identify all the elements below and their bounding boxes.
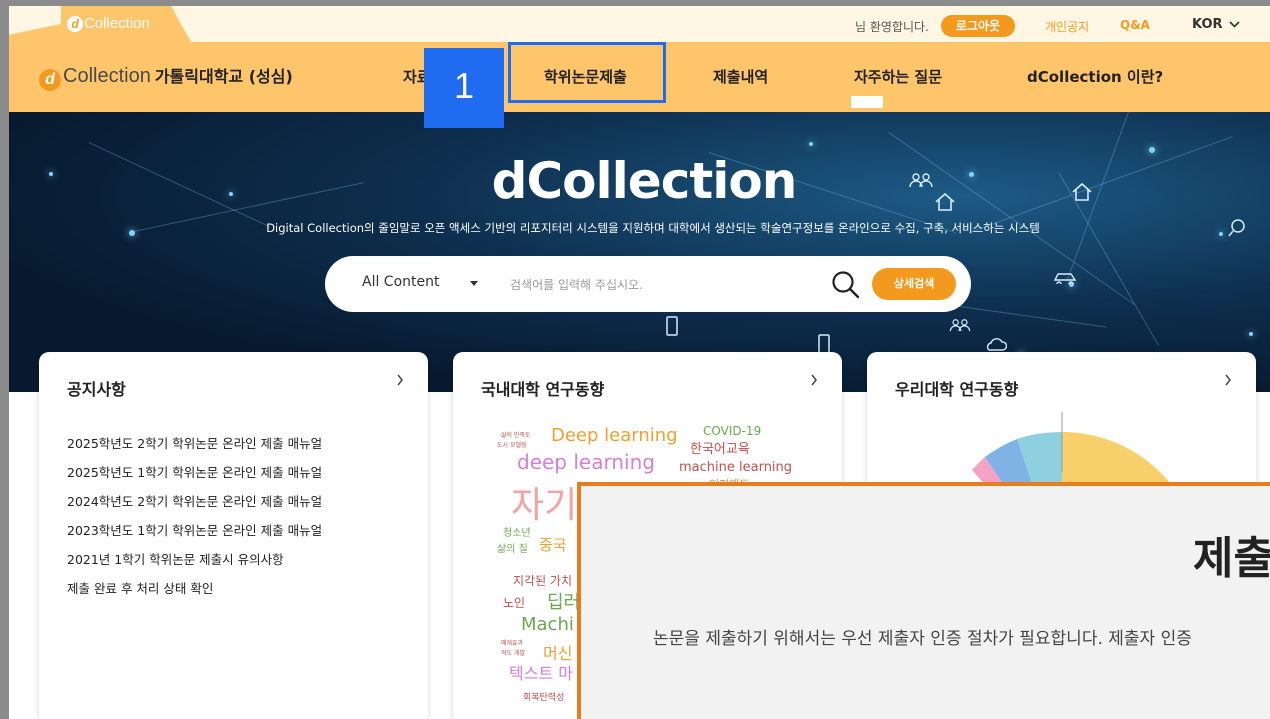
advanced-search-button[interactable]: 상세검색	[872, 268, 956, 300]
network-node	[1249, 332, 1253, 336]
hero-subtitle: Digital Collection의 줄임말로 오픈 액세스 기반의 리포지터…	[266, 221, 1040, 235]
panel-description: 논문을 제출하기 위해서는 우선 제출자 인증 절차가 필요합니다. 제출자 인…	[653, 629, 1192, 649]
welcome-text: 님 환영합니다.	[855, 20, 929, 34]
notice-card-title: 공지사항	[67, 380, 126, 399]
notice-item[interactable]: 제출 완료 후 처리 상태 확인	[67, 579, 322, 608]
top-utility-bar: d Collection 님 환영합니다. 로그아웃 개인공지 Q&A KOR	[9, 6, 1270, 42]
notice-item[interactable]: 2025학년도 1학기 학위논문 온라인 제출 매뉴얼	[67, 463, 322, 492]
language-label: KOR	[1192, 17, 1223, 32]
search-bar: All Content 상세검색	[325, 256, 971, 312]
word-cloud-term[interactable]: 자기	[511, 476, 577, 528]
word-cloud-term[interactable]: deep learning	[517, 450, 655, 474]
word-cloud-term[interactable]: 텍스트 마	[509, 660, 573, 684]
mobile-icon	[666, 316, 678, 336]
privacy-link[interactable]: 개인공지	[1045, 18, 1089, 35]
word-cloud-term[interactable]: 딥러	[547, 588, 580, 614]
hero-banner: dCollection Digital Collection의 줄임말로 오픈 …	[9, 112, 1270, 392]
dcollection-logo-icon: d	[67, 16, 83, 32]
word-cloud-term[interactable]: 도시 모델링	[497, 440, 527, 449]
notice-item[interactable]: 2021년 1학기 학위논문 제출시 유의사항	[67, 550, 322, 579]
notice-card: 공지사항 2025학년도 2학기 학위논문 온라인 제출 매뉴얼 2025학년도…	[39, 352, 428, 719]
site-brand[interactable]: d Collection 가톨릭대학교 (성심)	[39, 63, 293, 91]
word-cloud-term[interactable]: 삶의 만족도	[501, 430, 531, 439]
chevron-right-icon[interactable]	[810, 374, 818, 386]
word-cloud-term[interactable]: 척도 개발	[501, 648, 525, 657]
word-cloud-term[interactable]: Machi	[521, 614, 574, 635]
chevron-right-icon[interactable]	[1224, 374, 1232, 386]
small-logo-text: Collection	[84, 15, 150, 32]
qna-link[interactable]: Q&A	[1120, 18, 1150, 32]
notice-item[interactable]: 2023학년도 1학기 학위논문 온라인 제출 매뉴얼	[67, 521, 322, 550]
word-cloud-term[interactable]: 중국	[539, 534, 567, 555]
panel-title: 제출	[1193, 533, 1270, 584]
word-cloud-term[interactable]: machine learning	[679, 460, 792, 475]
people-icon	[949, 319, 971, 332]
tab-decoration	[9, 24, 61, 42]
car-icon	[1053, 273, 1077, 284]
submission-panel: 제출 논문을 제출하기 위해서는 우선 제출자 인증 절차가 필요합니다. 제출…	[577, 482, 1270, 719]
nav-item-submission-history[interactable]: 제출내역	[713, 66, 768, 87]
highlight-box	[508, 42, 666, 103]
word-cloud-term[interactable]: 한국어교육	[690, 438, 750, 457]
search-scope-select[interactable]: All Content	[362, 274, 440, 290]
chevron-down-icon	[1228, 21, 1240, 28]
language-select[interactable]: KOR	[1192, 17, 1240, 32]
chevron-right-icon[interactable]	[396, 374, 404, 386]
small-logo[interactable]: d Collection	[67, 15, 150, 32]
cloud-icon	[986, 338, 1007, 351]
nav-item-faq[interactable]: 자주하는 질문	[854, 66, 942, 87]
notice-list: 2025학년도 2학기 학위논문 온라인 제출 매뉴얼 2025학년도 1학기 …	[67, 434, 322, 608]
university-card-title: 우리대학 연구동향	[895, 380, 1019, 399]
search-icon[interactable]	[831, 270, 861, 300]
word-cloud-term[interactable]: 회복탄력성	[523, 690, 564, 703]
word-cloud-term[interactable]: COVID-19	[703, 424, 761, 438]
notice-item[interactable]: 2025학년도 2학기 학위논문 온라인 제출 매뉴얼	[67, 434, 322, 463]
notice-item[interactable]: 2024학년도 2학기 학위논문 온라인 제출 매뉴얼	[67, 492, 322, 521]
nav-item-about[interactable]: dCollection 이란?	[1027, 66, 1163, 87]
caret-down-icon[interactable]	[470, 281, 478, 286]
brand-text: Collection	[63, 65, 151, 87]
school-name: 가톨릭대학교 (성심)	[154, 67, 293, 86]
logout-button[interactable]: 로그아웃	[941, 15, 1015, 37]
search-input[interactable]	[508, 270, 812, 300]
word-cloud-term[interactable]: 매개효과	[501, 638, 523, 647]
word-cloud-term[interactable]: 지각된 가치	[513, 572, 572, 589]
word-cloud-term[interactable]: Deep learning	[551, 425, 678, 446]
browser-frame: d Collection 님 환영합니다. 로그아웃 개인공지 Q&A KOR d…	[0, 0, 1270, 719]
hero-title: dCollection	[491, 152, 798, 210]
white-marker	[851, 96, 883, 108]
main-navigation: dCollection가톨릭대학교 (성심) 자료검색 학위논문제출 제출내역 …	[9, 42, 1270, 112]
step-number-badge: 1	[424, 48, 504, 128]
mobile-icon	[818, 334, 830, 354]
dcollection-logo-icon: d	[39, 69, 61, 91]
word-cloud-term[interactable]: 청소년	[503, 524, 531, 539]
domestic-card-title: 국내대학 연구동향	[481, 380, 605, 399]
word-cloud-term[interactable]: 삶의 질	[497, 540, 528, 555]
network-node	[809, 142, 813, 146]
word-cloud-term[interactable]: 노인	[503, 594, 525, 611]
